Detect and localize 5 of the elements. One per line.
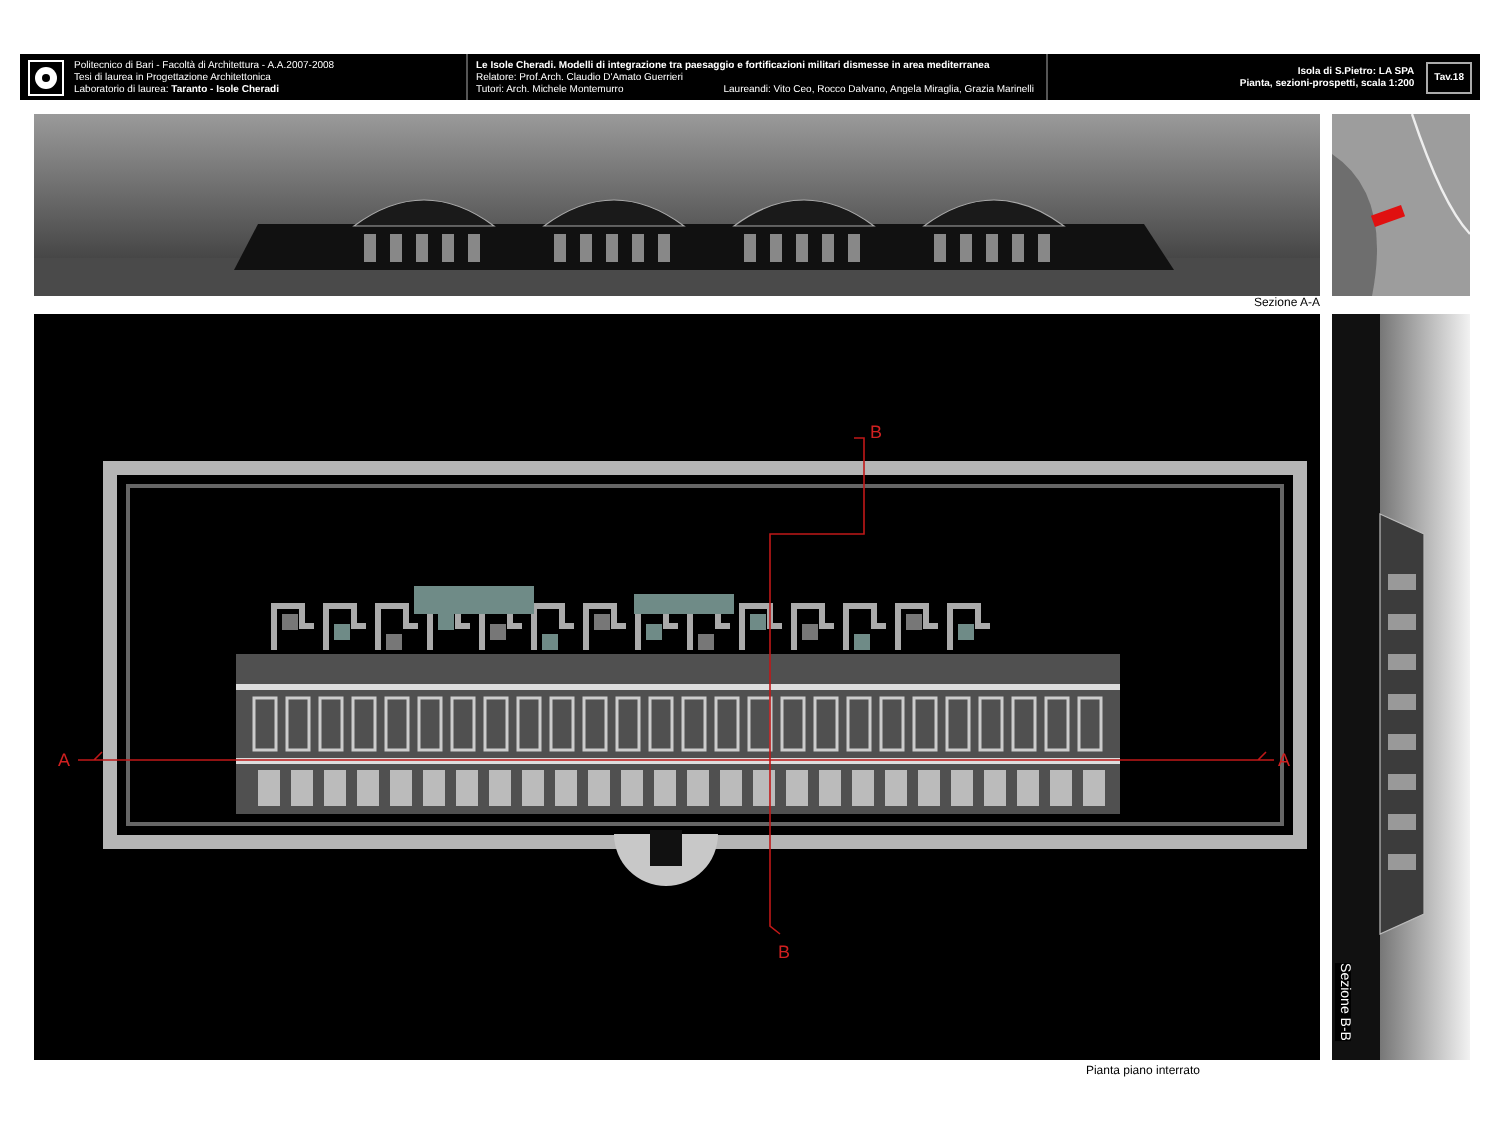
section-mark: A [1278,750,1291,770]
emblem-icon [28,59,64,95]
section-mark: B [870,422,883,442]
section-mark: A [58,750,71,770]
section-mark: B [778,942,791,962]
